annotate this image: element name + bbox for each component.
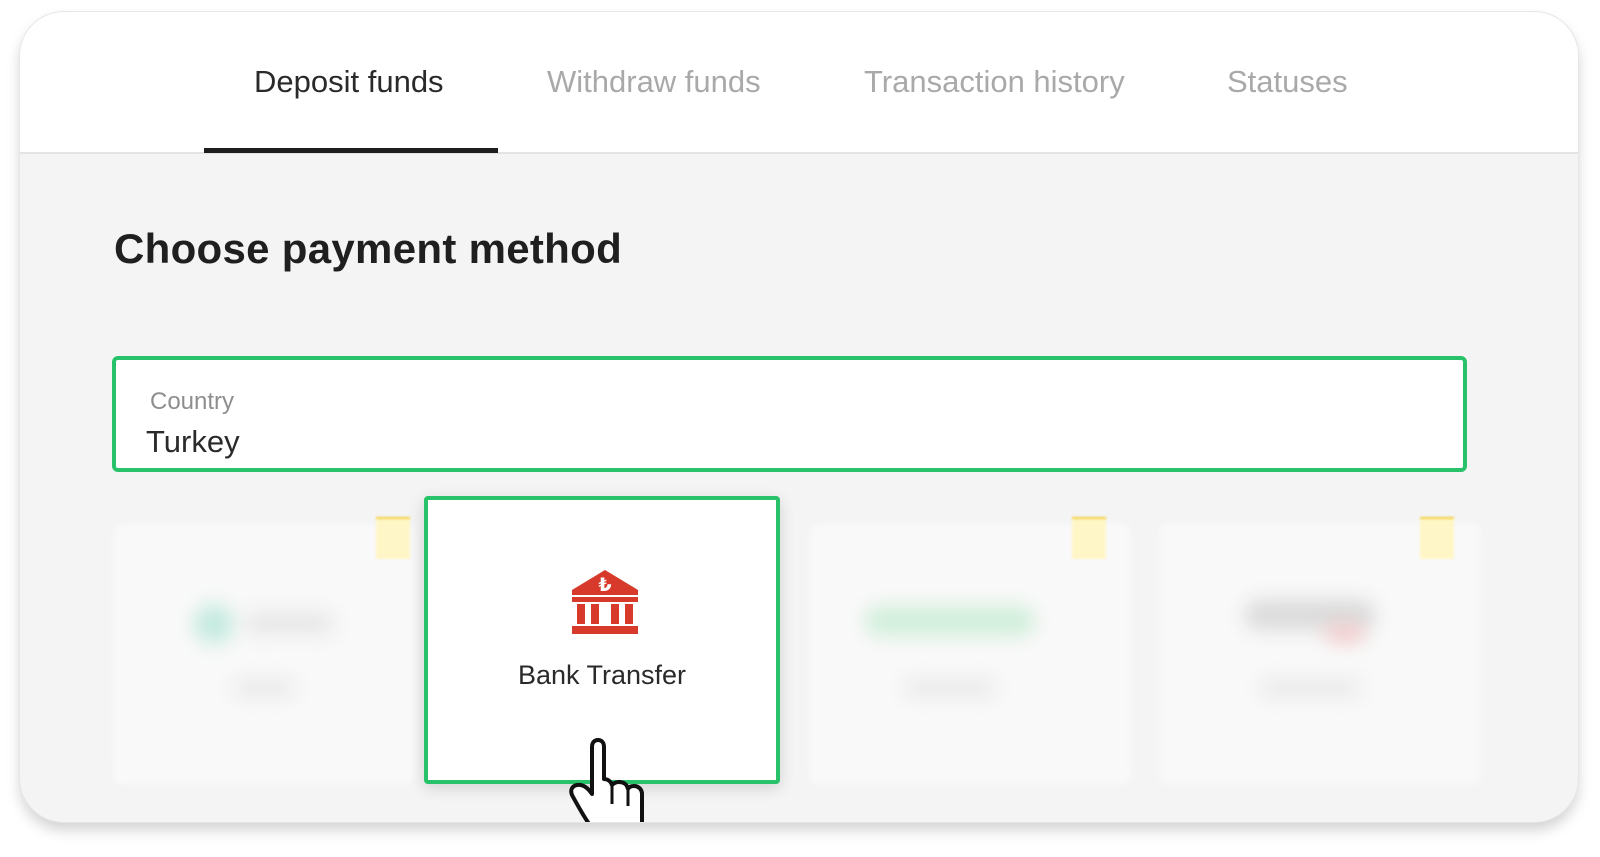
blurred-logo [244, 612, 334, 634]
blurred-label [1260, 679, 1360, 697]
bank-lira-icon: ₺ [572, 570, 638, 634]
svg-text:₺: ₺ [598, 574, 611, 596]
country-select[interactable]: Country Turkey [112, 356, 1467, 472]
blurred-label [905, 679, 995, 697]
blurred-logo [865, 606, 1035, 636]
active-tab-indicator [204, 148, 498, 153]
tab-statuses[interactable]: Statuses [1227, 64, 1348, 100]
hand-pointer-icon [569, 738, 644, 822]
blurred-method-card-3 [810, 524, 1130, 784]
tab-deposit-funds[interactable]: Deposit funds [254, 64, 444, 100]
tab-withdraw-funds[interactable]: Withdraw funds [547, 64, 761, 100]
blurred-method-card-1 [114, 524, 414, 784]
country-value: Turkey [146, 424, 240, 459]
tab-transaction-history[interactable]: Transaction history [864, 64, 1125, 100]
badge-tag [1420, 517, 1454, 559]
blurred-logo [1325, 624, 1365, 642]
badge-tag [376, 517, 410, 559]
blurred-method-card-4 [1160, 524, 1480, 784]
blurred-label [234, 679, 294, 697]
country-label: Country [150, 388, 235, 415]
tabs-bar: Deposit funds Withdraw funds Transaction… [20, 12, 1578, 154]
bank-transfer-label: Bank Transfer [517, 660, 687, 690]
blurred-logo [194, 604, 234, 644]
deposit-panel: Deposit funds Withdraw funds Transaction… [20, 12, 1578, 822]
page-title: Choose payment method [114, 225, 623, 272]
badge-tag [1072, 517, 1106, 559]
